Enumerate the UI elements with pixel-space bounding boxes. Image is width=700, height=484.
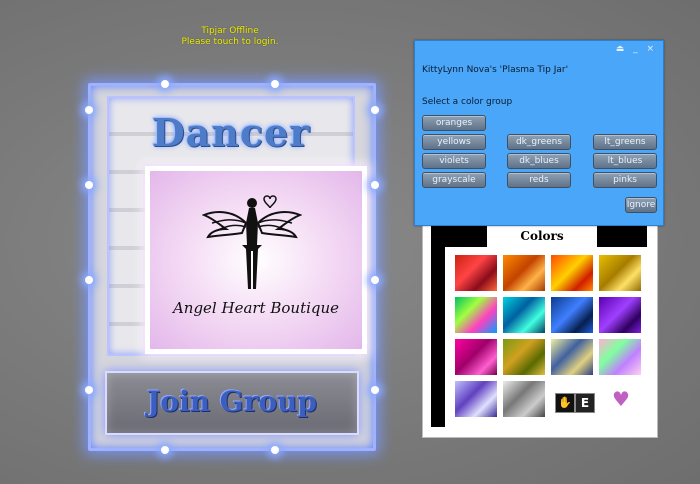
sign-title: Dancer xyxy=(151,110,311,155)
color-swatch[interactable] xyxy=(455,339,497,375)
dialog-title: KittyLynn Nova's 'Plasma Tip Jar' xyxy=(422,65,569,75)
sign-glow-light xyxy=(271,446,279,454)
color-swatch[interactable] xyxy=(551,255,593,291)
sign-upper-panel: Dancer Angel Heart Boutique xyxy=(107,96,367,356)
color-swatch[interactable] xyxy=(551,297,593,333)
sign-glow-light xyxy=(85,276,93,284)
button-dk-greens[interactable]: dk_greens xyxy=(507,134,571,150)
sign-glow-light xyxy=(371,386,379,394)
color-swatch-grid: ✋ E ♥ xyxy=(445,247,647,427)
join-group-button[interactable]: Join Group xyxy=(105,371,359,435)
button-oranges[interactable]: oranges xyxy=(422,115,486,131)
sign-glow-light xyxy=(85,106,93,114)
creator-logo-icon: E xyxy=(575,393,595,413)
hover-text-instruction: Please touch to login. xyxy=(181,37,279,47)
button-dk-blues[interactable]: dk_blues xyxy=(507,153,571,169)
button-yellows[interactable]: yellows xyxy=(422,134,486,150)
sign-glow-light xyxy=(371,181,379,189)
hover-text-status: Tipjar Offline xyxy=(201,26,259,36)
colors-board-frame: Colors ✋ E ♥ xyxy=(431,209,647,427)
sign-glow-light xyxy=(371,106,379,114)
color-swatch[interactable] xyxy=(455,255,497,291)
button-lt-greens[interactable]: lt_greens xyxy=(593,134,657,150)
color-swatch[interactable] xyxy=(599,339,641,375)
sign-glow-light xyxy=(161,80,169,88)
color-swatch[interactable] xyxy=(599,255,641,291)
sign-glow-light xyxy=(161,446,169,454)
color-swatch[interactable] xyxy=(503,297,545,333)
color-swatch[interactable] xyxy=(551,339,593,375)
angel-heart-small-logo-icon: ♥ xyxy=(612,387,630,411)
color-swatch[interactable] xyxy=(599,297,641,333)
dialog-prompt: Select a color group xyxy=(422,97,513,107)
color-swatch[interactable] xyxy=(503,339,545,375)
join-group-label: Join Group xyxy=(147,385,317,418)
angel-silhouette-icon xyxy=(202,195,302,289)
tipjar-hover-text: Tipjar Offline Please touch to login. xyxy=(160,26,300,48)
button-grayscale[interactable]: grayscale xyxy=(422,172,486,188)
colors-board[interactable]: Colors ✋ E ♥ xyxy=(422,200,658,438)
color-swatch[interactable] xyxy=(503,255,545,291)
sign-glow-light xyxy=(85,386,93,394)
sign-glow-light xyxy=(85,181,93,189)
sign-glow-light xyxy=(371,276,379,284)
color-swatch[interactable] xyxy=(455,297,497,333)
creator-logo-icon: ✋ xyxy=(555,393,575,413)
color-swatch[interactable] xyxy=(455,381,497,417)
brand-text: Angel Heart Boutique xyxy=(172,299,340,317)
sign-glow-light xyxy=(271,80,279,88)
ignore-button[interactable]: Ignore xyxy=(625,197,657,213)
button-violets[interactable]: violets xyxy=(422,153,486,169)
angel-heart-logo: Angel Heart Boutique xyxy=(145,166,367,354)
button-pinks[interactable]: pinks xyxy=(593,172,657,188)
button-lt-blues[interactable]: lt_blues xyxy=(593,153,657,169)
color-group-dialog[interactable]: ⏏ _ × KittyLynn Nova's 'Plasma Tip Jar' … xyxy=(414,40,664,226)
button-reds[interactable]: reds xyxy=(507,172,571,188)
colors-label: Colors xyxy=(485,223,599,249)
color-swatch[interactable] xyxy=(503,381,545,417)
dancer-sign-board[interactable]: Dancer Angel Heart Boutique Join Group xyxy=(85,80,379,454)
dialog-window-controls[interactable]: ⏏ _ × xyxy=(616,44,657,54)
